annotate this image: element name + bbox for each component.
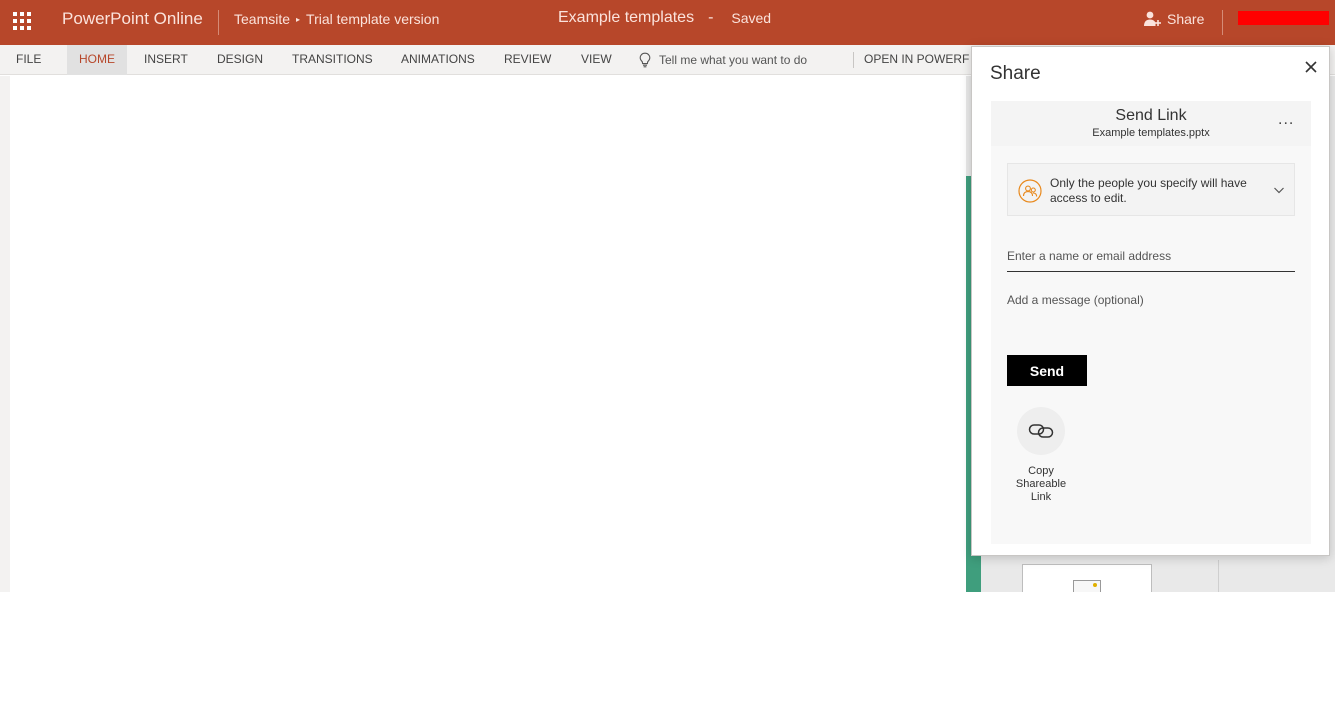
share-button[interactable]: Share [1143, 10, 1204, 28]
document-title[interactable]: Example templates [558, 9, 694, 27]
file-name: Example templates.pptx [1092, 127, 1210, 139]
lower-blank-area [4, 592, 1335, 719]
copy-link-label: Copy Shareable Link [1015, 465, 1067, 503]
tab-design[interactable]: DESIGN [205, 45, 275, 75]
powerpoint-online-window: PowerPoint Online Teamsite ▸ Trial templ… [0, 0, 1335, 719]
close-icon[interactable] [1303, 59, 1319, 75]
permission-text: Only the people you specify will have ac… [1050, 176, 1247, 205]
recipient-input[interactable] [1007, 241, 1295, 272]
tab-open-in-powerpoint[interactable]: OPEN IN POWERF [852, 45, 981, 75]
share-panel-title: Share [990, 63, 1041, 84]
tab-transitions[interactable]: TRANSITIONS [280, 45, 385, 75]
link-permission-selector[interactable]: Only the people you specify will have ac… [1007, 163, 1295, 216]
tab-file[interactable]: FILE [4, 45, 53, 75]
tell-me-placeholder: Tell me what you want to do [659, 53, 808, 67]
title-dash: - [708, 9, 714, 26]
slide-canvas[interactable] [10, 76, 966, 592]
redacted-user-name[interactable] [1238, 11, 1329, 25]
app-name[interactable]: PowerPoint Online [62, 9, 203, 29]
person-add-icon [1144, 11, 1161, 26]
send-link-header: Send Link Example templates.pptx ... [991, 101, 1311, 146]
breadcrumb-arrow-icon: ▸ [296, 14, 301, 24]
breadcrumb-folder-link[interactable]: Trial template version [306, 11, 439, 27]
send-link-dialog: Send Link Example templates.pptx ... Onl… [991, 101, 1311, 544]
title-bar: PowerPoint Online Teamsite ▸ Trial templ… [0, 0, 1335, 45]
title-divider-right [1222, 10, 1223, 35]
tab-view[interactable]: VIEW [569, 45, 624, 75]
tab-animations[interactable]: ANIMATIONS [389, 45, 487, 75]
tab-home[interactable]: HOME [67, 45, 127, 75]
tab-review[interactable]: REVIEW [492, 45, 563, 75]
link-icon [1028, 424, 1054, 438]
more-options-button[interactable]: ... [1278, 111, 1294, 129]
send-link-title: Send Link [1115, 107, 1187, 124]
chevron-down-icon [1274, 187, 1284, 194]
breadcrumb-site-link[interactable]: Teamsite [234, 11, 290, 27]
breadcrumb: Teamsite ▸ Trial template version [234, 11, 439, 27]
share-button-label: Share [1167, 11, 1205, 27]
tell-me-search[interactable]: Tell me what you want to do [638, 45, 807, 75]
waffle-icon[interactable] [13, 12, 31, 30]
document-title-area: Example templates - Saved [558, 9, 771, 27]
lightbulb-icon [639, 52, 651, 68]
save-status: Saved [731, 10, 772, 26]
left-gutter [0, 76, 10, 592]
people-icon [1018, 179, 1042, 203]
share-panel: Share Send Link Example templates.pptx .… [971, 46, 1330, 556]
send-button[interactable]: Send [1007, 355, 1087, 386]
tab-insert[interactable]: INSERT [132, 45, 200, 75]
message-input[interactable] [1007, 293, 1295, 343]
copy-link-circle [1017, 407, 1065, 455]
slide-thumbnail[interactable] [1022, 564, 1152, 594]
title-divider [218, 10, 219, 35]
pane-divider [1218, 560, 1219, 592]
